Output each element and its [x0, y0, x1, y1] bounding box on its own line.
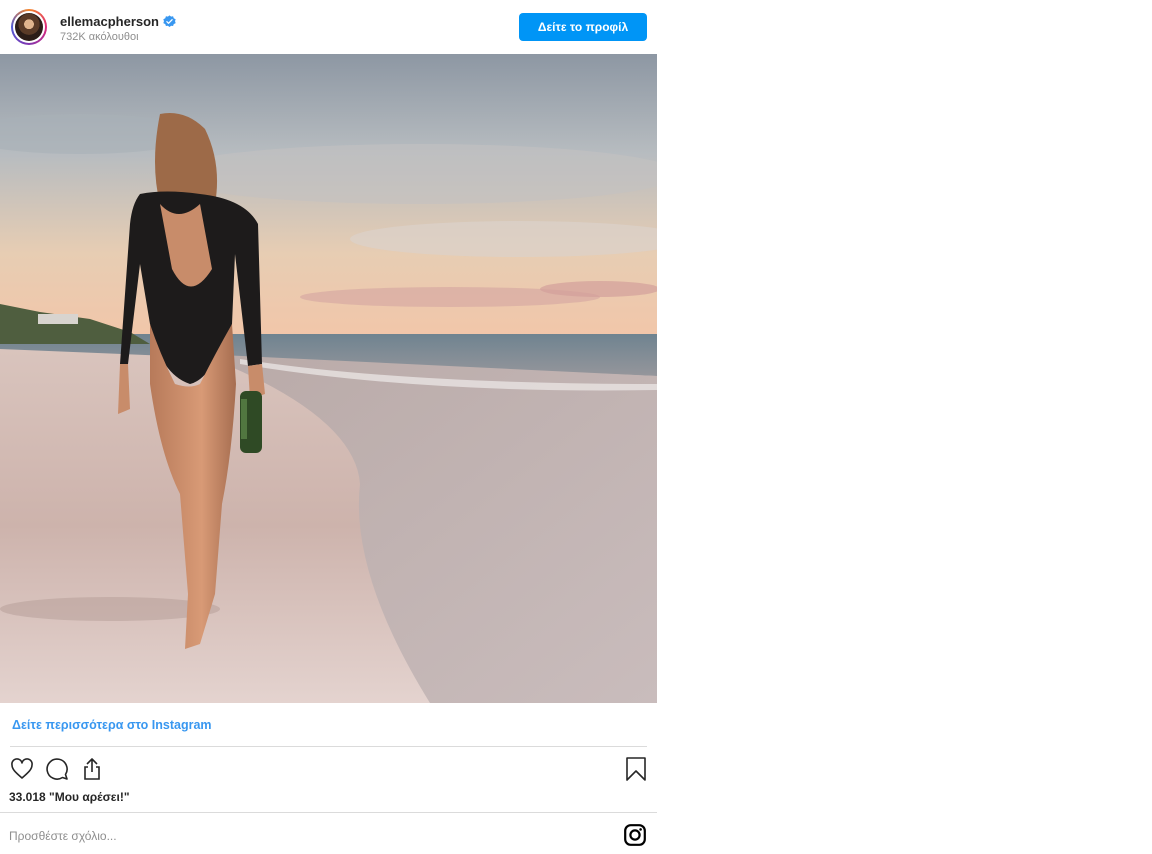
action-bar: [9, 756, 647, 782]
post-header: ellemacpherson 732K ακόλουθοι Δείτε το π…: [0, 0, 657, 54]
see-more-link[interactable]: Δείτε περισσότερα στο Instagram: [12, 718, 212, 732]
heart-icon[interactable]: [9, 756, 35, 782]
comment-input[interactable]: [9, 827, 589, 845]
comment-icon[interactable]: [44, 756, 70, 782]
bookmark-icon[interactable]: [623, 756, 649, 782]
avatar-image: [15, 13, 43, 41]
username-row: ellemacpherson: [60, 13, 176, 29]
followers-count: 732K ακόλουθοι: [60, 31, 139, 43]
divider: [0, 812, 657, 813]
photo-beach-woman-walking-icon: [0, 54, 657, 703]
post-photo[interactable]: [0, 54, 657, 703]
instagram-logo-icon[interactable]: [624, 824, 646, 846]
view-profile-button[interactable]: Δείτε το προφίλ: [519, 13, 647, 41]
username[interactable]: ellemacpherson: [60, 14, 159, 29]
divider: [10, 746, 647, 747]
share-icon[interactable]: [79, 756, 105, 782]
instagram-embed: ellemacpherson 732K ακόλουθοι Δείτε το π…: [0, 0, 657, 854]
likes-count: 33.018 "Μου αρέσει!": [9, 790, 130, 804]
avatar[interactable]: [11, 9, 47, 45]
verified-badge-icon: [163, 14, 176, 28]
